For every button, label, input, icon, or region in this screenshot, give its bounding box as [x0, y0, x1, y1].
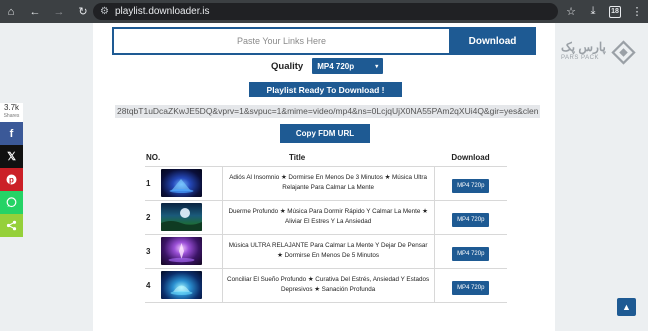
chevron-down-icon: ▾	[375, 63, 379, 70]
video-thumbnail[interactable]	[161, 237, 203, 265]
video-thumbnail[interactable]	[161, 271, 203, 299]
scroll-to-top-button[interactable]: ▲	[617, 298, 636, 316]
table-header-row: NO. Title Download	[145, 149, 507, 167]
address-url: playlist.downloader.is	[114, 6, 210, 17]
quality-select[interactable]: MP4 720p ▾	[312, 58, 384, 74]
table-row: 1 Adiós Al Insomnio ★ Dormirse En Menos …	[145, 166, 507, 201]
video-title: Música ULTRA RELAJANTE Para Calmar La Me…	[221, 234, 435, 269]
table-row: 2 Duerme Profundo ★ Música Para Dormir R…	[145, 200, 507, 235]
address-bar[interactable]: ⚙ playlist.downloader.is	[93, 3, 558, 20]
logo-text-en: PARS PACK	[561, 55, 599, 61]
fdm-link-text[interactable]: 28tqbT1uDcaZKwJE5DQ&vprv=1&svpuc=1&mime=…	[115, 105, 540, 118]
reload-icon[interactable]: ↻	[74, 0, 92, 23]
header-download: Download	[434, 149, 507, 167]
header-title: Title	[160, 149, 434, 167]
row-number: 3	[145, 234, 161, 269]
share-sidebar: 3.7k Shares f 𝕏 p	[0, 103, 23, 237]
svg-text:p: p	[9, 175, 14, 184]
table-row: 3 Música ULTRA RELAJANTE Para Calmar La …	[145, 234, 507, 269]
download-icon[interactable]: ⤓	[582, 0, 604, 23]
header-no: NO.	[145, 149, 161, 167]
quality-select-value: MP4 720p	[317, 61, 355, 71]
share-count: 3.7k Shares	[0, 103, 23, 122]
back-icon[interactable]: ←	[26, 0, 44, 23]
browser-toolbar: ⌂ ← → ↻ ⚙ playlist.downloader.is ☆ ⤓ 18 …	[0, 0, 648, 23]
x-icon: 𝕏	[7, 151, 16, 163]
quality-row: Quality MP4 720p ▾	[271, 58, 384, 74]
video-thumbnail[interactable]	[161, 203, 203, 231]
video-title: Conciliar El Sueño Profundo ★ Curativa D…	[221, 268, 435, 303]
pinterest-share-button[interactable]: p	[0, 168, 23, 191]
home-icon[interactable]: ⌂	[2, 0, 20, 23]
logo-text-fa: پارس پک	[561, 40, 606, 54]
facebook-share-button[interactable]: f	[0, 122, 23, 145]
whatsapp-icon	[6, 197, 17, 208]
row-number: 2	[145, 200, 161, 235]
parspack-logo-mark	[611, 40, 636, 65]
video-thumbnail[interactable]	[161, 169, 203, 197]
copy-fdm-url-button[interactable]: Copy FDM URL	[280, 124, 370, 143]
main-content: Download Quality MP4 720p ▾ Playlist Rea…	[93, 23, 555, 331]
tab-switcher-button[interactable]: 18	[604, 0, 626, 23]
playlist-ready-button[interactable]: Playlist Ready To Download !	[249, 82, 402, 97]
tab-count: 18	[609, 5, 621, 18]
mp4-720p-button[interactable]: MP4 720p	[452, 280, 490, 295]
row-number: 4	[145, 268, 161, 303]
table-row: 4 Conciliar El Sueño Profundo ★ Curativa…	[145, 268, 507, 303]
forward-icon[interactable]: →	[50, 0, 68, 23]
share-count-value: 3.7k	[3, 103, 20, 112]
facebook-icon: f	[9, 127, 14, 140]
more-menu-icon[interactable]: ⋮	[626, 0, 648, 23]
whatsapp-share-button[interactable]	[0, 191, 23, 214]
video-title: Adiós Al Insomnio ★ Dormirse En Menos De…	[221, 166, 435, 201]
playlist-table: NO. Title Download 1 Adiós Al Insomnio ★…	[145, 149, 507, 303]
mp4-720p-button[interactable]: MP4 720p	[452, 178, 490, 193]
paste-form: Download	[112, 27, 536, 55]
parspack-logo[interactable]: پارس پک PARS PACK	[561, 40, 639, 65]
sharethis-share-button[interactable]	[0, 214, 23, 237]
mp4-720p-button[interactable]: MP4 720p	[452, 212, 490, 227]
pinterest-icon: p	[6, 174, 17, 185]
share-icon	[6, 220, 17, 231]
row-number: 1	[145, 166, 161, 201]
mp4-720p-button[interactable]: MP4 720p	[452, 246, 490, 261]
site-settings-icon[interactable]: ⚙	[100, 6, 109, 17]
bookmark-star-icon[interactable]: ☆	[560, 0, 582, 23]
video-title: Duerme Profundo ★ Música Para Dormir Ráp…	[221, 200, 435, 235]
download-button[interactable]: Download	[449, 27, 536, 55]
quality-label: Quality	[271, 60, 304, 72]
share-count-label: Shares	[3, 113, 20, 119]
x-share-button[interactable]: 𝕏	[0, 145, 23, 168]
paste-links-input[interactable]	[112, 27, 449, 55]
chevron-up-icon: ▲	[622, 302, 631, 312]
